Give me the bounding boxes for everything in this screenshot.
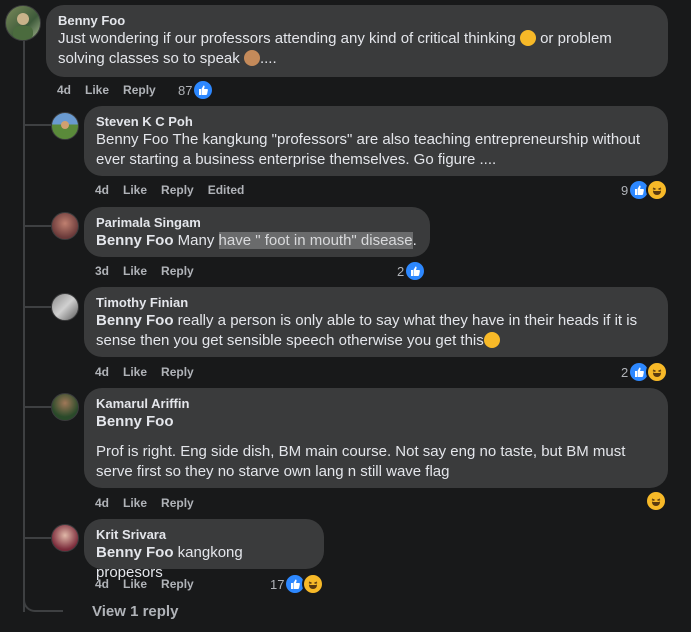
comment-actions: 4d Like Reply Edited bbox=[95, 182, 244, 198]
comment-time[interactable]: 4d bbox=[95, 364, 109, 380]
comment-text: Just wondering if our professors attendi… bbox=[58, 30, 612, 67]
branch-line-4 bbox=[25, 406, 51, 408]
comment-time[interactable]: 4d bbox=[95, 182, 109, 198]
comment-author[interactable]: Steven K C Poh bbox=[96, 114, 656, 130]
like-button[interactable]: Like bbox=[85, 82, 109, 98]
avatar[interactable] bbox=[51, 393, 79, 421]
thumbs-up-icon bbox=[192, 79, 215, 101]
comment-actions: 4d Like Reply bbox=[95, 495, 194, 511]
comment-text: Benny Foo Many have " foot in mouth" dis… bbox=[96, 232, 417, 249]
comment-time[interactable]: 4d bbox=[57, 82, 71, 98]
comment-author[interactable]: Parimala Singam bbox=[96, 215, 418, 231]
comment-author[interactable]: Krit Srivara bbox=[96, 527, 312, 543]
reply-button[interactable]: Reply bbox=[161, 576, 194, 592]
reaction-count: 9 bbox=[621, 182, 629, 198]
comment-time[interactable]: 3d bbox=[95, 263, 109, 279]
avatar-photo-icon bbox=[61, 121, 69, 129]
comment-bubble: Timothy Finian Benny Foo really a person… bbox=[84, 287, 668, 357]
branch-line-5 bbox=[25, 537, 51, 539]
comment-text: Benny Foo Prof is right. Eng side dish, … bbox=[96, 412, 656, 482]
reaction-summary[interactable]: 9 bbox=[621, 179, 669, 201]
comment-author[interactable]: Timothy Finian bbox=[96, 295, 656, 311]
thread-line-curve bbox=[23, 580, 63, 612]
reaction-count: 17 bbox=[270, 576, 285, 592]
haha-emoji-icon bbox=[646, 179, 669, 201]
mention-link[interactable]: Benny Foo bbox=[96, 544, 174, 561]
monkey-emoji-icon bbox=[243, 50, 260, 66]
thumbs-up-icon bbox=[404, 260, 427, 282]
avatar[interactable] bbox=[51, 293, 79, 321]
like-button[interactable]: Like bbox=[123, 576, 147, 592]
comment-actions: 3d Like Reply bbox=[95, 263, 194, 279]
like-button[interactable]: Like bbox=[123, 364, 147, 380]
thinking-emoji-icon bbox=[519, 30, 536, 46]
like-button[interactable]: Like bbox=[123, 495, 147, 511]
comment-text: Benny Foo The kangkung "professors" are … bbox=[96, 131, 641, 168]
mention-link[interactable]: Benny Foo bbox=[96, 232, 174, 249]
comment-text: Benny Foo really a person is only able t… bbox=[96, 312, 638, 349]
comment-author[interactable]: Kamarul Ariffin bbox=[96, 396, 656, 412]
reply-button[interactable]: Reply bbox=[161, 182, 194, 198]
comment-bubble: Steven K C Poh Benny Foo The kangkung "p… bbox=[84, 106, 668, 176]
comment-time[interactable]: 4d bbox=[95, 576, 109, 592]
mention-link[interactable]: Benny Foo bbox=[96, 312, 174, 329]
branch-line-3 bbox=[25, 306, 51, 308]
branch-line-2 bbox=[25, 225, 51, 227]
branch-line-1 bbox=[25, 124, 51, 126]
avatar[interactable] bbox=[51, 524, 79, 552]
reaction-summary[interactable]: 17 bbox=[270, 573, 325, 595]
comment-actions: 4d Like Reply bbox=[95, 576, 194, 592]
comment-author[interactable]: Benny Foo bbox=[58, 13, 656, 29]
avatar[interactable] bbox=[51, 112, 79, 140]
like-button[interactable]: Like bbox=[123, 182, 147, 198]
reply-button[interactable]: Reply bbox=[161, 263, 194, 279]
highlighted-text: have " foot in mouth" disease bbox=[218, 232, 413, 249]
avatar[interactable] bbox=[5, 5, 41, 41]
comment-bubble: Krit Srivara Benny Foo kangkong propesor… bbox=[84, 519, 324, 581]
comment-actions: 4d Like Reply bbox=[95, 364, 194, 380]
reaction-summary[interactable] bbox=[645, 490, 667, 512]
edited-label[interactable]: Edited bbox=[208, 182, 245, 198]
comment-bubble: Parimala Singam Benny Foo Many have " fo… bbox=[84, 207, 430, 257]
avatar-photo-icon bbox=[13, 13, 33, 40]
reaction-summary[interactable]: 2 bbox=[621, 361, 669, 383]
haha-emoji-icon bbox=[302, 573, 325, 595]
haha-emoji-icon bbox=[646, 361, 669, 383]
reply-button[interactable]: Reply bbox=[161, 364, 194, 380]
avatar[interactable] bbox=[51, 212, 79, 240]
reply-button[interactable]: Reply bbox=[123, 82, 156, 98]
view-replies-link[interactable]: View 1 reply bbox=[92, 603, 178, 620]
comment-bubble: Benny Foo Just wondering if our professo… bbox=[46, 5, 668, 77]
reaction-count: 87 bbox=[178, 82, 193, 98]
comment-actions: 4d Like Reply bbox=[57, 82, 156, 98]
rolling-eyes-emoji-icon bbox=[483, 332, 500, 348]
mention-link[interactable]: Benny Foo bbox=[96, 412, 656, 432]
haha-emoji-icon bbox=[645, 490, 667, 512]
reaction-count: 2 bbox=[621, 364, 629, 380]
like-button[interactable]: Like bbox=[123, 263, 147, 279]
reaction-count: 2 bbox=[397, 263, 405, 279]
reaction-summary[interactable]: 2 bbox=[397, 260, 427, 282]
reply-button[interactable]: Reply bbox=[161, 495, 194, 511]
comment-bubble: Kamarul Ariffin Benny Foo Prof is right.… bbox=[84, 388, 668, 488]
comment-time[interactable]: 4d bbox=[95, 495, 109, 511]
reaction-summary[interactable]: 87 bbox=[178, 79, 215, 101]
